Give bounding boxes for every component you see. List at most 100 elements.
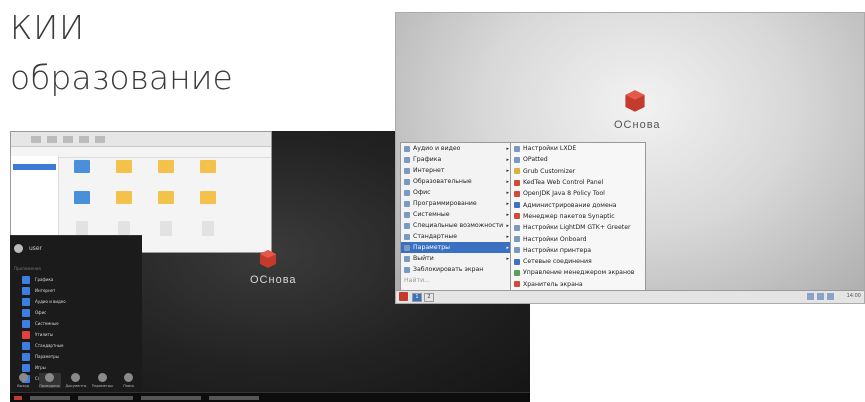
display-icon xyxy=(514,269,520,276)
avatar-icon xyxy=(14,244,23,253)
submenu-item[interactable]: Настройки LXDE xyxy=(511,143,645,154)
submenu-item[interactable]: Хранитель экрана xyxy=(511,279,645,290)
submenu-item[interactable]: Менеджер пакетов Synaptic xyxy=(511,211,645,222)
chevron-right-icon: ▸ xyxy=(506,189,509,196)
start-item[interactable]: Графика xyxy=(22,274,137,285)
system-icon xyxy=(404,211,410,218)
submenu-item[interactable]: KedTea Web Control Panel xyxy=(511,177,645,188)
start-item[interactable]: Офис xyxy=(22,307,137,318)
heading-line2: образование xyxy=(10,58,233,97)
logout-icon xyxy=(404,255,410,262)
folder-icon xyxy=(158,190,174,204)
folder-icon xyxy=(116,190,132,204)
submenu-item-label: Настройки LXDE xyxy=(523,145,577,153)
submenu-item[interactable]: Настройки Onboard xyxy=(511,233,645,244)
java-icon xyxy=(514,179,520,186)
menu-item[interactable]: Графика ▸ xyxy=(401,154,511,165)
start-bottom-button[interactable]: Проводник xyxy=(38,372,61,388)
start-button[interactable] xyxy=(14,395,22,400)
submenu-item-label: Настройки Onboard xyxy=(523,235,587,243)
app-icon xyxy=(514,156,520,163)
folder-icon xyxy=(74,160,90,173)
start-item[interactable]: Системные xyxy=(22,318,137,329)
network-icon xyxy=(514,258,520,265)
menu-item[interactable]: Программирование ▸ xyxy=(401,198,511,209)
start-item-label: Офис xyxy=(35,310,47,315)
start-bottom-button[interactable]: Документы xyxy=(65,372,87,388)
start-item-label: Аудио и видео xyxy=(35,299,66,304)
menu-button[interactable] xyxy=(399,292,408,301)
start-section-label: Приложения xyxy=(14,266,41,271)
start-item-label: Утилиты xyxy=(35,332,54,337)
menu-item[interactable]: Системные ▸ xyxy=(401,209,511,220)
submenu-item[interactable]: Настройки LightDM GTK+ Greeter xyxy=(511,222,645,233)
start-bottom-button[interactable]: Поиск xyxy=(118,372,140,388)
menu-item[interactable]: Интернет ▸ xyxy=(401,165,511,176)
menu-item[interactable]: Офис ▸ xyxy=(401,187,511,198)
taskbar-task[interactable] xyxy=(78,395,133,400)
internet-icon xyxy=(404,167,410,174)
menu-item[interactable]: Аудио и видео ▸ xyxy=(401,143,511,154)
menu-item[interactable]: Образовательные ▸ xyxy=(401,176,511,187)
menu-item[interactable]: Заблокировать экран xyxy=(401,264,511,275)
panel-clock[interactable]: 14:00 xyxy=(847,293,861,299)
start-item[interactable]: Аудио и видео xyxy=(22,296,137,307)
app-icon xyxy=(22,319,30,328)
menu-item-label: Системные xyxy=(413,211,450,218)
submenu-item-label: Хранитель экрана xyxy=(523,280,583,288)
start-item-label: Графика xyxy=(35,277,54,282)
keyboard-layout-icon[interactable] xyxy=(807,293,814,300)
start-item[interactable]: Стандартные xyxy=(22,340,137,351)
start-item[interactable]: Утилиты xyxy=(22,329,137,340)
submenu-item[interactable]: Grub Customizer xyxy=(511,166,645,177)
volume-icon[interactable] xyxy=(827,293,834,300)
explorer-toolbar xyxy=(11,132,271,147)
submenu-item[interactable]: Управление менеджером экранов xyxy=(511,267,645,278)
lxde-main-menu: Аудио и видео ▸ Графика ▸ Интернет ▸ Образо… xyxy=(400,142,512,292)
start-item[interactable]: Интернет xyxy=(22,285,137,296)
app-icon xyxy=(22,330,30,339)
java-icon xyxy=(514,190,520,197)
folder-icon xyxy=(200,190,216,204)
menu-search[interactable]: Найти... xyxy=(401,275,511,286)
chevron-right-icon: ▸ xyxy=(506,222,509,229)
document-icon xyxy=(202,221,214,237)
taskbar-task[interactable] xyxy=(30,395,70,400)
submenu-item[interactable]: Сетевые соединения xyxy=(511,256,645,267)
submenu-item-label: OpenJDK Java 8 Policy Tool xyxy=(523,190,605,198)
taskbar-task[interactable] xyxy=(141,395,201,400)
menu-item[interactable]: Стандартные ▸ xyxy=(401,231,511,242)
start-bottom-bar: Выход Проводник Документы Параметры Поис… xyxy=(10,367,142,393)
start-bottom-button[interactable]: Выход xyxy=(12,372,34,388)
submenu-item[interactable]: Администрирование домена xyxy=(511,199,645,210)
start-bottom-label: Поиск xyxy=(123,383,135,388)
app-icon xyxy=(22,275,30,284)
start-item[interactable]: Параметры xyxy=(22,351,137,362)
workspace-1[interactable]: 1 xyxy=(412,293,422,302)
workspace-2[interactable]: 2 xyxy=(424,293,434,302)
start-bottom-button[interactable]: Параметры xyxy=(91,372,113,388)
accessibility-icon xyxy=(404,222,410,229)
network-icon[interactable] xyxy=(817,293,824,300)
menu-item-label: Интернет xyxy=(413,167,445,174)
submenu-item-label: OPatted xyxy=(523,156,548,164)
submenu-item[interactable]: OPatted xyxy=(511,154,645,165)
menu-item[interactable]: Выйти ▸ xyxy=(401,253,511,264)
start-user-name: user xyxy=(29,245,43,252)
menu-item[interactable]: Специальные возможности ▸ xyxy=(401,220,511,231)
start-bottom-label: Параметры xyxy=(91,383,113,388)
menu-item-label: Заблокировать экран xyxy=(413,266,484,273)
search-icon xyxy=(124,372,134,382)
menu-item-label: Специальные возможности xyxy=(413,222,504,229)
submenu-item[interactable]: Настройки принтера xyxy=(511,245,645,256)
education-icon xyxy=(404,178,410,185)
start-user[interactable]: user xyxy=(14,244,42,253)
start-item-label: Стандартные xyxy=(35,343,64,348)
submenu-item-label: KedTea Web Control Panel xyxy=(523,179,604,187)
submenu-item[interactable]: OpenJDK Java 8 Policy Tool xyxy=(511,188,645,199)
lxde-preferences-submenu: Настройки LXDE OPatted Grub Customizer K… xyxy=(510,142,646,292)
taskbar-task[interactable] xyxy=(209,395,259,400)
menu-item-selected[interactable]: Параметры ▸ xyxy=(401,242,511,253)
menu-item-label: Выйти xyxy=(413,255,434,262)
document-icon xyxy=(160,221,172,237)
